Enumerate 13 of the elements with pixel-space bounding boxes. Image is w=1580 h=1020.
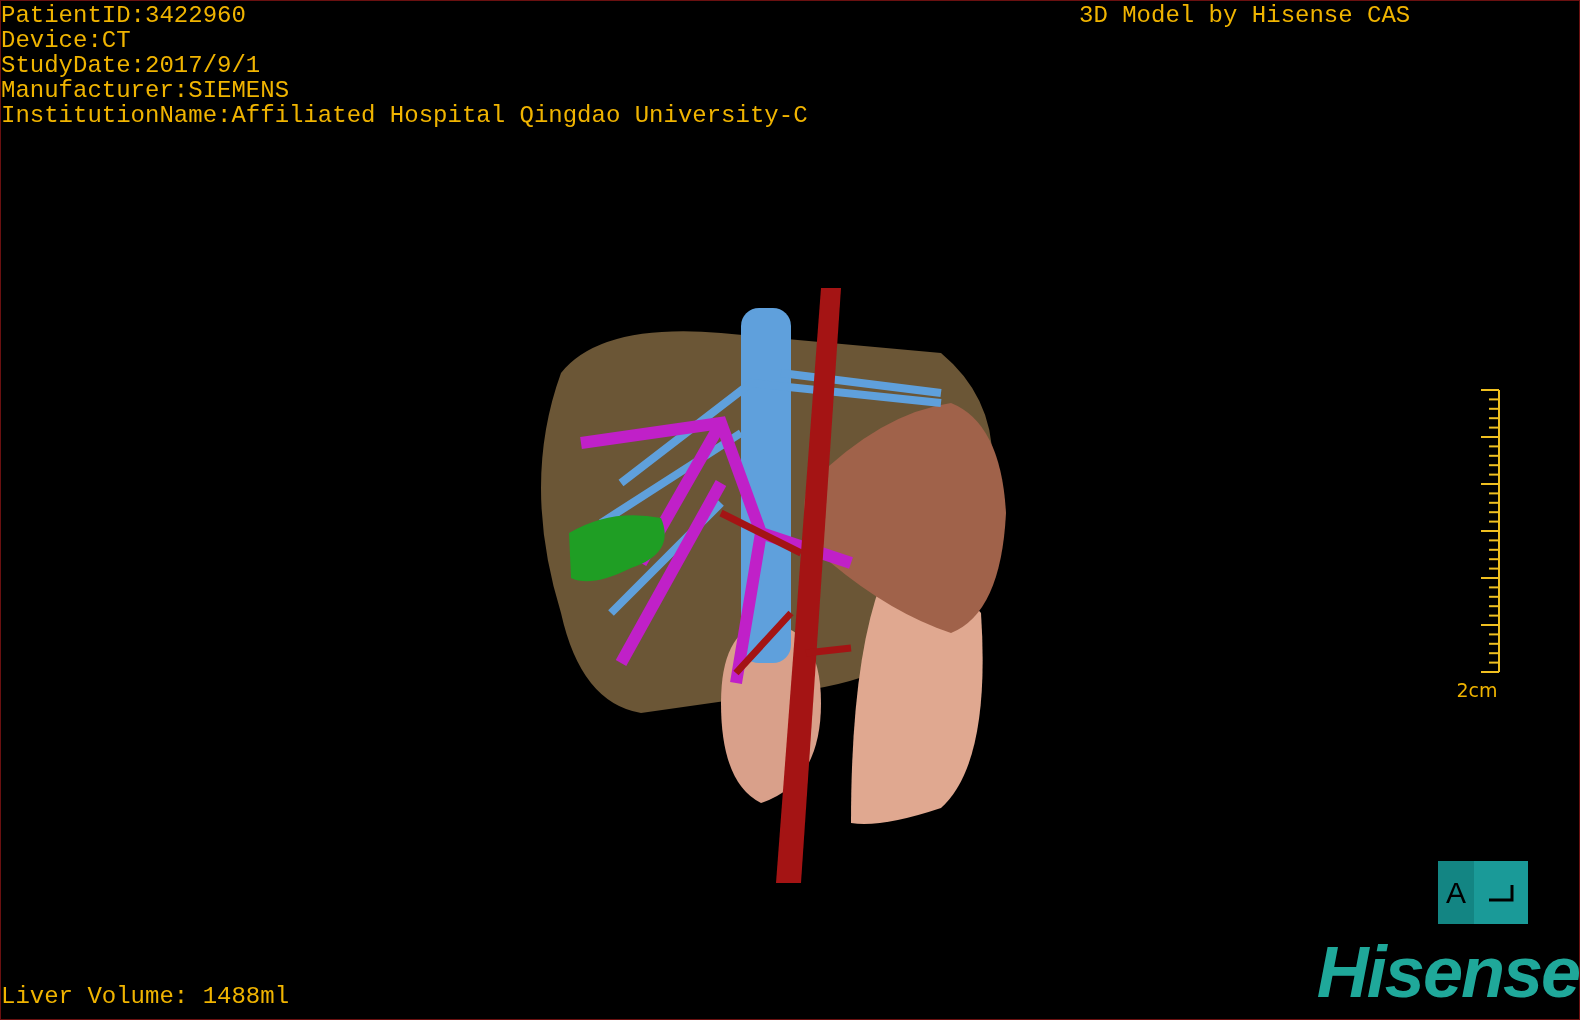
corner-icon: [1487, 882, 1515, 903]
patient-info-text: StudyDate:2017/9/1: [1, 53, 262, 78]
orientation-label: A: [1446, 875, 1466, 910]
patient-info-text: InstitutionName:Affiliated Hospital Qingdao University-C: [1, 103, 808, 128]
patient-info-text: PatientID:3422960: [1, 3, 247, 28]
scale-ruler-icon: [1479, 389, 1501, 675]
patient-info-text: Manufacturer:SIEMENS: [1, 78, 291, 103]
brand-logo: Hisense: [1316, 936, 1579, 1008]
patient-info-text: Device:CT: [1, 28, 132, 53]
orientation-cube[interactable]: A: [1438, 861, 1528, 924]
liver-volume-text: Liver Volume: 1488ml: [1, 984, 290, 1009]
scale-label: 2cm: [1456, 679, 1498, 701]
viewer-title: 3D Model by Hisense CAS: [1079, 3, 1411, 28]
